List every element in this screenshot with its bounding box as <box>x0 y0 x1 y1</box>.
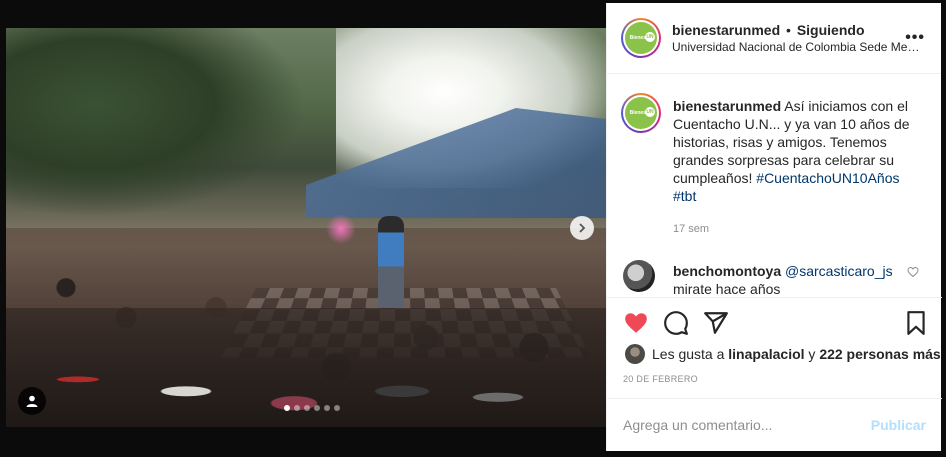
carousel-dot <box>284 405 290 411</box>
liker-avatar[interactable] <box>625 344 645 364</box>
post-location[interactable]: Universidad Nacional de Colombia Sede Me… <box>672 40 922 54</box>
comments-section: Bienestar UN bienestarunmed Así iniciamos… <box>607 75 942 295</box>
user-icon <box>26 395 38 407</box>
comment-icon[interactable] <box>663 310 689 336</box>
separator-dot: • <box>786 22 791 38</box>
comment-mention[interactable]: @sarcasticaro_js <box>785 263 893 279</box>
post-actions <box>607 297 942 337</box>
post-username[interactable]: bienestarunmed <box>672 22 780 38</box>
heart-outline-icon[interactable] <box>907 266 919 278</box>
more-options-button[interactable]: ••• <box>905 29 925 47</box>
profile-avatar[interactable]: Bienestar UN <box>621 18 661 58</box>
post-author-line: bienestarunmed • Siguiendo <box>672 22 865 38</box>
likes-summary: Les gusta a linapalaciol y 222 personas … <box>625 344 941 364</box>
more-horizontal-icon: ••• <box>905 29 925 46</box>
chevron-right-icon <box>579 223 586 233</box>
heart-filled-icon[interactable] <box>623 310 649 336</box>
caption-avatar-logo-badge: UN <box>645 107 655 117</box>
hashtag-link[interactable]: #tbt <box>673 188 696 204</box>
add-comment-bar: Agrega un comentario... Publicar <box>607 398 942 451</box>
comment-text: benchomontoya @sarcasticaro_js mirate ha… <box>673 262 898 295</box>
post-header: Bienestar UN bienestarunmed • Siguiendo U… <box>607 3 941 74</box>
follow-status[interactable]: Siguiendo <box>797 22 865 38</box>
post-date[interactable]: 20 DE FEBRERO <box>623 374 698 384</box>
carousel-dot <box>334 405 340 411</box>
caption-avatar[interactable]: Bienestar UN <box>621 93 661 133</box>
caption-text: bienestarunmed Así iniciamos con el Cuen… <box>673 97 913 205</box>
likes-count[interactable]: 222 personas más <box>819 346 940 362</box>
photo-flare <box>326 214 356 244</box>
comment-input[interactable]: Agrega un comentario... <box>623 417 853 433</box>
post-details-panel: Bienestar UN bienestarunmed • Siguiendo U… <box>606 3 942 451</box>
caption-username[interactable]: bienestarunmed <box>673 98 781 114</box>
comment-body: mirate hace años <box>673 281 781 295</box>
carousel-dot <box>314 405 320 411</box>
carousel-dot <box>294 405 300 411</box>
likes-connector: y <box>808 346 816 362</box>
carousel-indicator <box>284 405 340 411</box>
post-photo[interactable] <box>6 28 606 427</box>
bookmark-icon[interactable] <box>903 310 929 336</box>
publish-button[interactable]: Publicar <box>871 417 926 433</box>
carousel-dot <box>324 405 330 411</box>
tagged-users-button[interactable] <box>18 387 46 415</box>
photo-performer <box>378 216 404 308</box>
comment-username[interactable]: benchomontoya <box>673 263 781 279</box>
carousel-dot <box>304 405 310 411</box>
comment-avatar[interactable] <box>623 260 655 292</box>
carousel-next-button[interactable] <box>570 216 594 240</box>
share-icon[interactable] <box>703 310 729 336</box>
likes-prefix: Les gusta a <box>652 346 725 362</box>
hashtag-link[interactable]: #CuentachoUN10Años <box>756 170 899 186</box>
photo-trees <box>6 28 306 218</box>
likes-user[interactable]: linapalaciol <box>728 346 804 362</box>
avatar-logo-badge: UN <box>645 32 655 42</box>
caption-time[interactable]: 17 sem <box>673 223 709 235</box>
